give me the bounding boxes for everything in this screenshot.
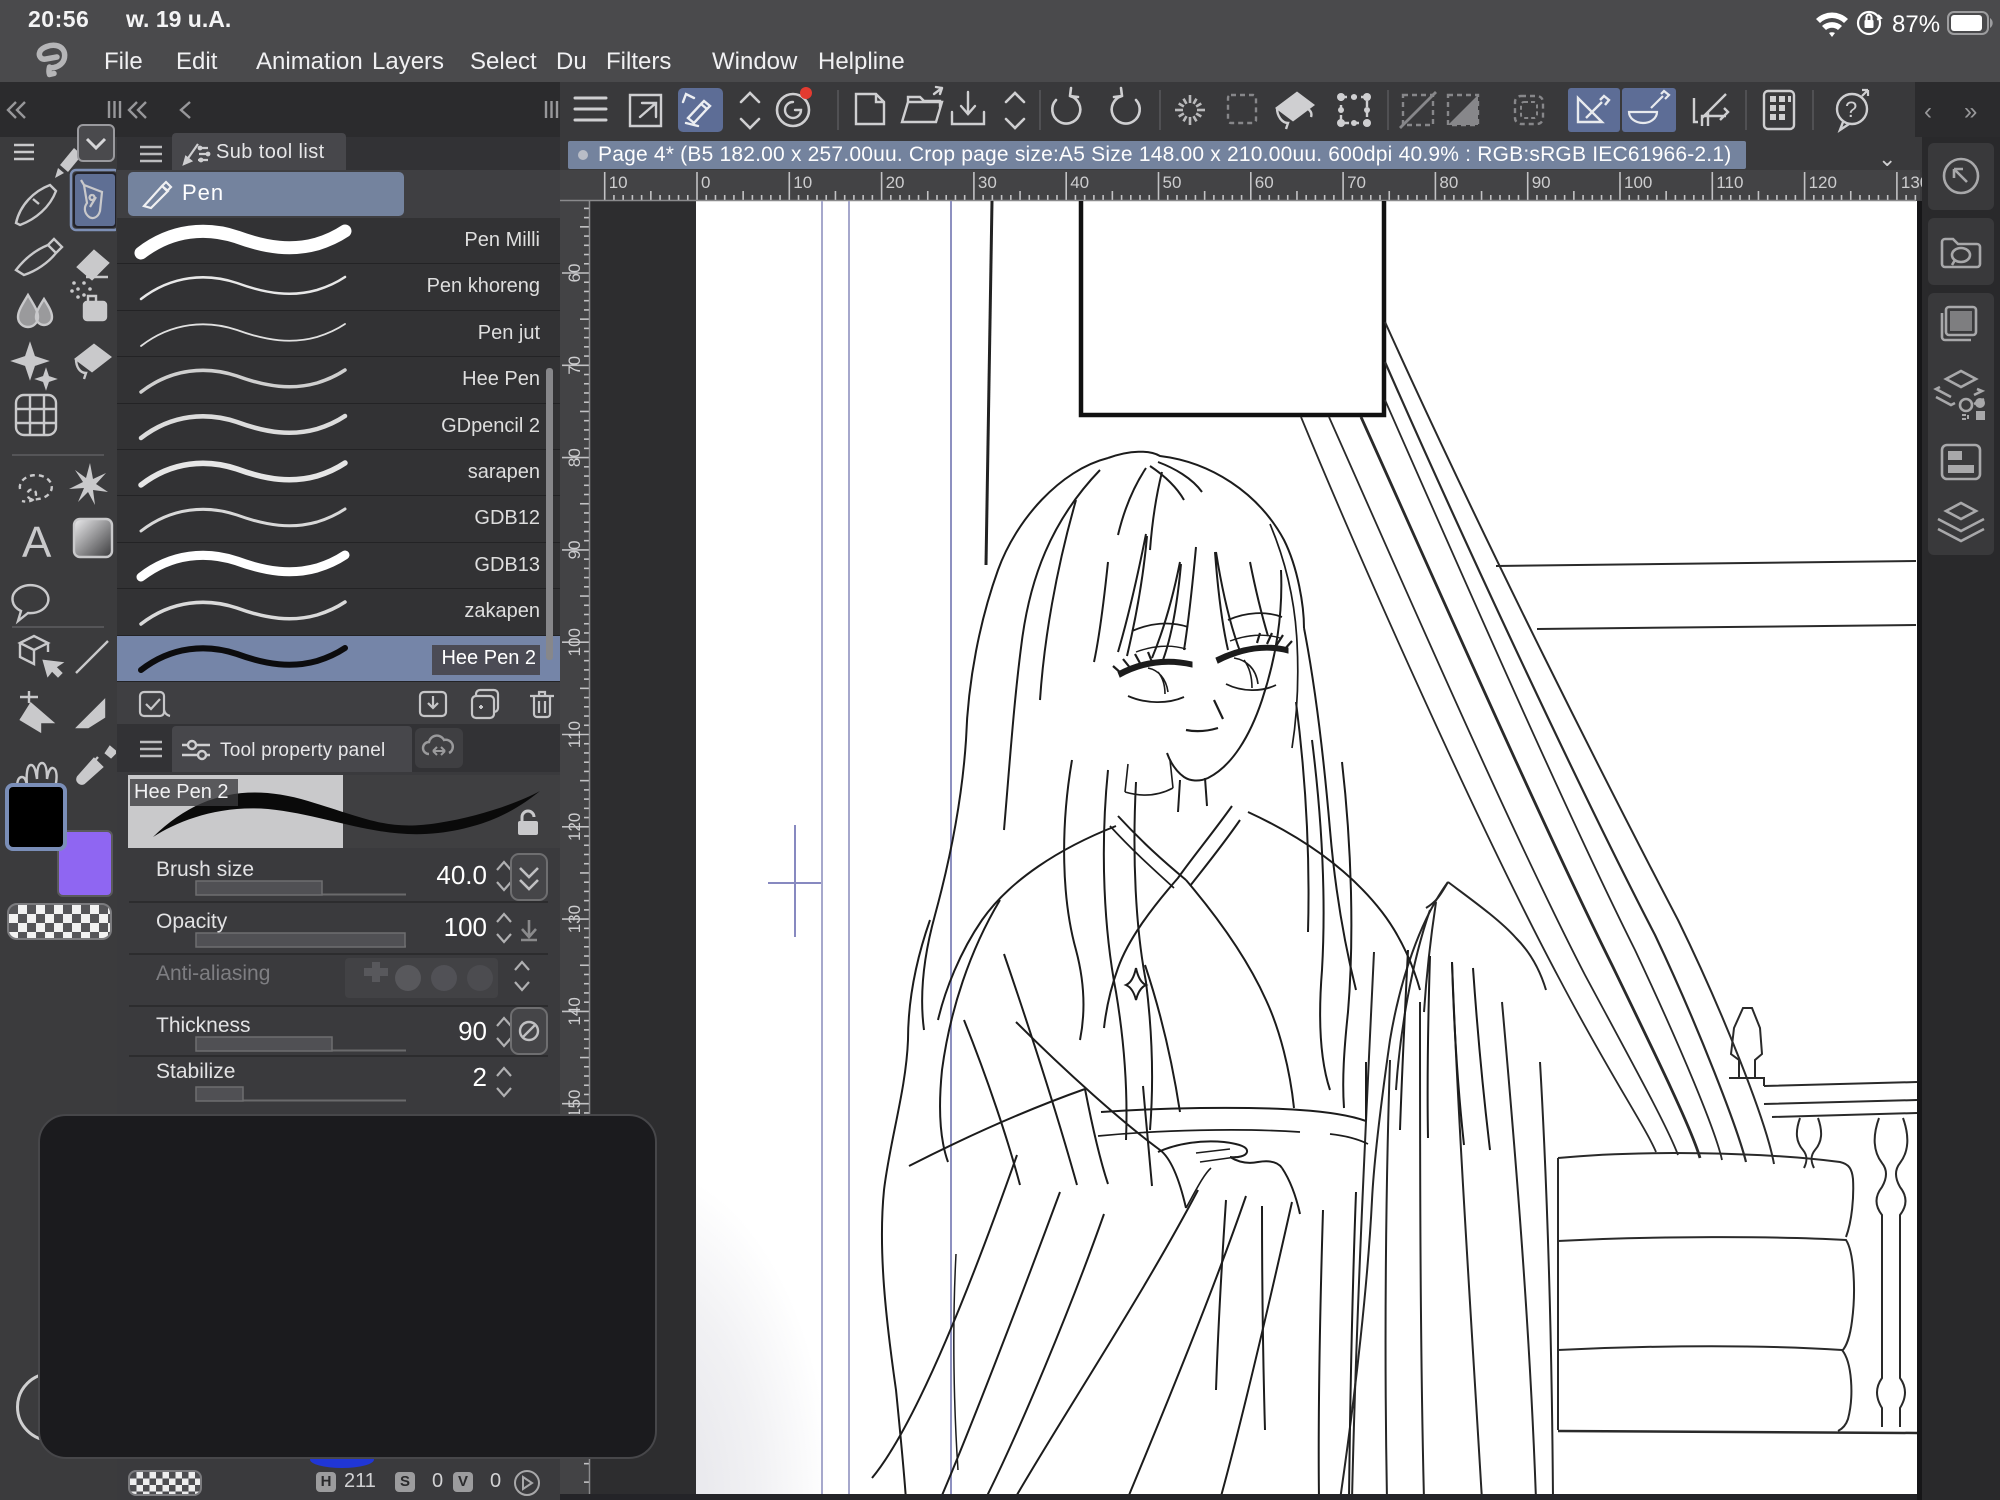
svg-text:A: A xyxy=(22,518,52,567)
svg-text:?: ? xyxy=(1845,97,1857,122)
